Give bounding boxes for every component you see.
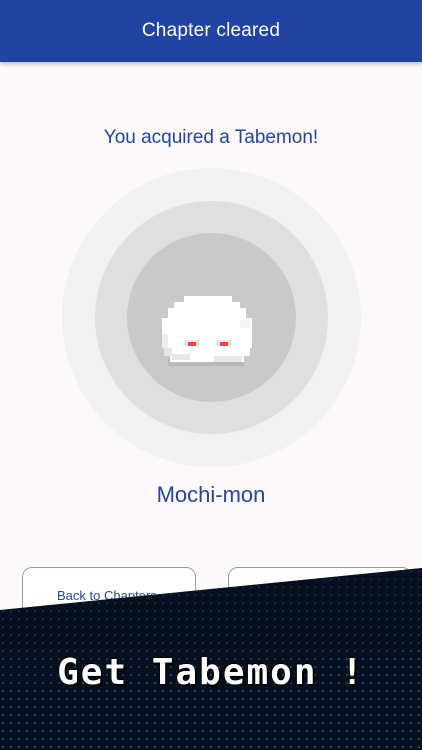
secondary-action-button[interactable] — [228, 567, 412, 627]
promo-banner-text: Get Tabemon ! — [57, 652, 365, 693]
back-to-chapters-label: Back to Chapters — [57, 588, 157, 603]
back-to-chapters-button[interactable]: Back to Chapters — [22, 567, 196, 627]
header-bar: Chapter cleared — [0, 0, 422, 62]
reward-headline: You acquired a Tabemon! — [103, 127, 319, 148]
monster-name: Mochi-mon — [156, 482, 266, 507]
mochi-sprite-icon — [162, 296, 252, 366]
header-title: Chapter cleared — [141, 20, 281, 41]
